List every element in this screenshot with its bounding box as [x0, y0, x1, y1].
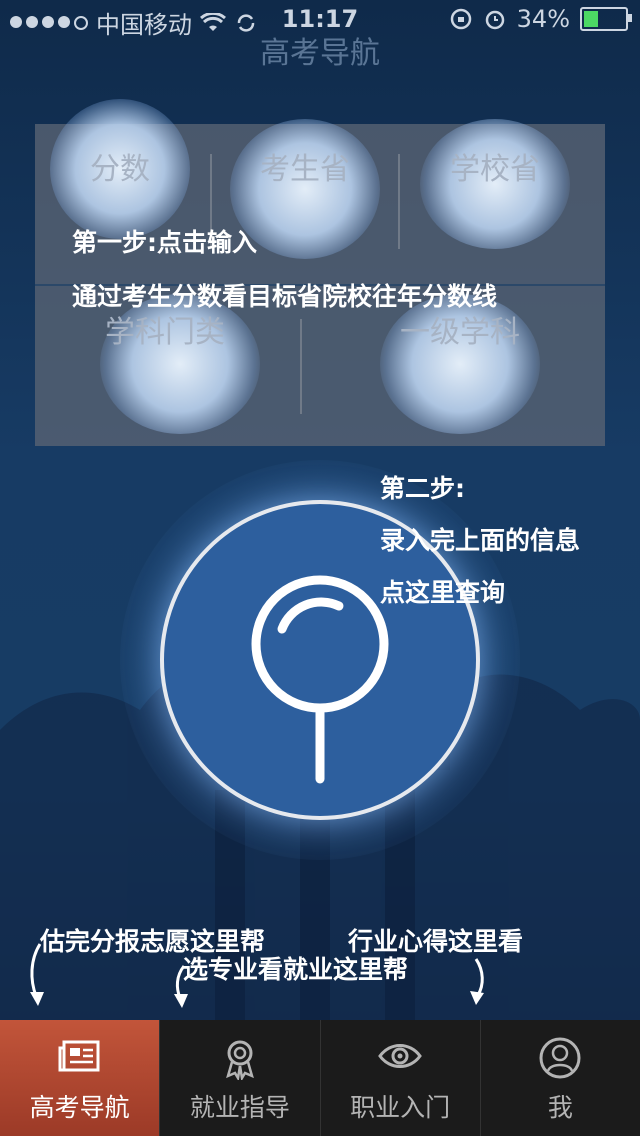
- newspaper-icon: [58, 1040, 100, 1072]
- tab-label: 高考导航: [29, 1093, 130, 1122]
- tab-career-intro[interactable]: 职业入门: [319, 1020, 480, 1136]
- search-button-glow: [120, 460, 520, 860]
- step2-line1: 录入完上面的信息: [380, 526, 581, 555]
- student-province-field[interactable]: 考生省: [230, 144, 380, 188]
- step2-title: 第二步:: [380, 474, 465, 503]
- subject-category-field[interactable]: 学科门类: [85, 307, 245, 351]
- step1-title: 第一步:点击输入: [72, 228, 257, 257]
- page-title: 高考导航: [260, 36, 380, 71]
- school-province-field[interactable]: 学校省: [420, 144, 570, 188]
- divider: [300, 319, 302, 414]
- tab-label: 职业入门: [350, 1093, 451, 1122]
- divider: [398, 154, 400, 249]
- arrow-icon: [470, 958, 484, 1005]
- hint-career: 行业心得这里看: [348, 927, 524, 956]
- first-level-subject-field[interactable]: 一级学科: [360, 307, 560, 351]
- eye-icon: [378, 1044, 422, 1068]
- score-field[interactable]: 分数: [55, 144, 185, 188]
- tab-employment-guide[interactable]: 就业指导: [159, 1020, 319, 1136]
- badge-icon: [225, 1040, 254, 1080]
- tab-me[interactable]: 我: [479, 1020, 640, 1136]
- tab-label: 就业指导: [189, 1093, 290, 1122]
- user-icon: [539, 1037, 581, 1079]
- tab-gaokao-nav[interactable]: 高考导航: [0, 1020, 160, 1136]
- step2-line2: 点这里查询: [380, 578, 506, 607]
- arrow-icon: [174, 965, 188, 1008]
- arrow-icon: [30, 943, 44, 1006]
- step1-desc: 通过考生分数看目标省院校往年分数线: [72, 282, 498, 311]
- tab-bar: 高考导航 就业指导 职业入门 我: [0, 1020, 640, 1136]
- tab-label: 我: [547, 1093, 573, 1122]
